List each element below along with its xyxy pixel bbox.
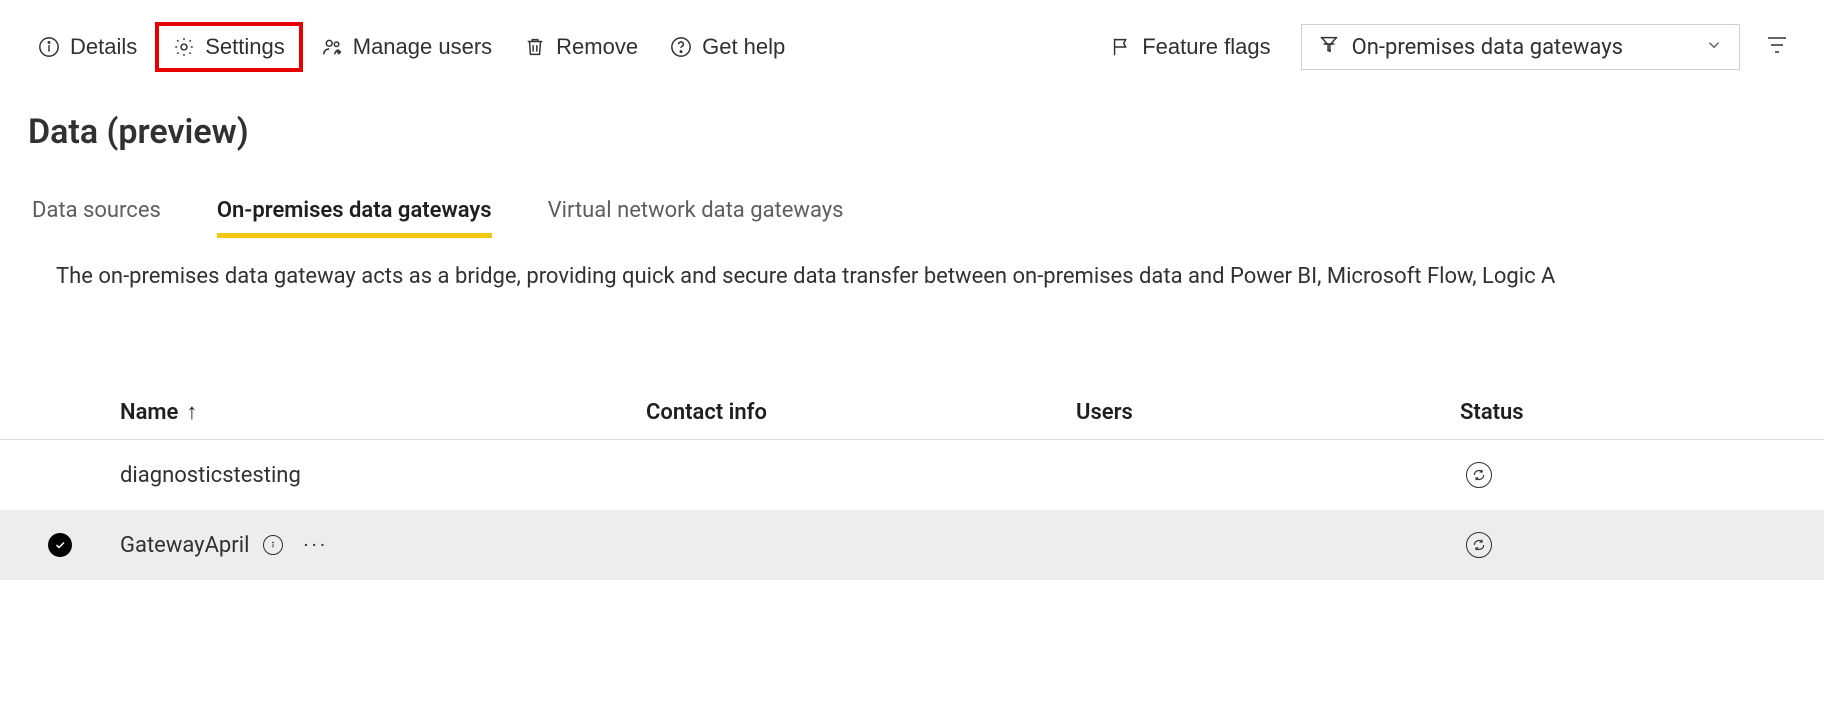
manage-users-button[interactable]: Manage users xyxy=(307,26,506,68)
filter-settings-button[interactable] xyxy=(1754,24,1800,70)
gateway-name: diagnosticstesting xyxy=(120,463,301,488)
filter-icon xyxy=(1318,33,1340,61)
refresh-status-icon[interactable] xyxy=(1466,462,1492,488)
help-icon xyxy=(670,36,692,58)
manage-users-label: Manage users xyxy=(353,34,492,60)
settings-button[interactable]: Settings xyxy=(155,22,303,72)
column-status[interactable]: Status xyxy=(1460,400,1824,425)
gear-icon xyxy=(173,36,195,58)
page-title: Data (preview) xyxy=(0,94,1824,158)
remove-label: Remove xyxy=(556,34,638,60)
refresh-status-icon[interactable] xyxy=(1466,532,1492,558)
filter-settings-icon xyxy=(1765,33,1789,61)
table-row[interactable]: diagnosticstesting xyxy=(0,440,1824,510)
selected-check-icon xyxy=(48,533,72,557)
tab-description: The on-premises data gateway acts as a b… xyxy=(0,238,1824,289)
tab-data-sources[interactable]: Data sources xyxy=(32,198,161,238)
gateway-name: GatewayApril xyxy=(120,533,249,558)
column-users[interactable]: Users xyxy=(1076,400,1460,425)
status-cell xyxy=(1460,462,1824,488)
tabs: Data sources On-premises data gateways V… xyxy=(0,158,1824,238)
flag-icon xyxy=(1110,36,1132,58)
gateways-table: Name ↑ Contact info Users Status diagnos… xyxy=(0,385,1824,580)
feature-flags-label: Feature flags xyxy=(1142,34,1270,60)
column-name[interactable]: Name ↑ xyxy=(120,399,646,425)
feature-flags-button[interactable]: Feature flags xyxy=(1096,26,1284,68)
filter-selected-label: On-premises data gateways xyxy=(1352,35,1623,60)
toolbar-left: Details Settings Manage users Remove Get xyxy=(24,22,799,72)
info-icon[interactable] xyxy=(263,535,283,555)
table-row[interactable]: GatewayApril ··· xyxy=(0,510,1824,580)
table-header: Name ↑ Contact info Users Status xyxy=(0,385,1824,440)
tab-on-premises[interactable]: On-premises data gateways xyxy=(217,198,492,238)
more-actions-button[interactable]: ··· xyxy=(297,533,334,557)
column-contact[interactable]: Contact info xyxy=(646,400,1076,425)
get-help-label: Get help xyxy=(702,34,785,60)
row-selector[interactable] xyxy=(0,533,120,557)
trash-icon xyxy=(524,36,546,58)
get-help-button[interactable]: Get help xyxy=(656,26,799,68)
sort-asc-icon: ↑ xyxy=(186,399,197,425)
column-name-label: Name xyxy=(120,400,178,425)
info-icon xyxy=(38,36,60,58)
chevron-down-icon xyxy=(1705,35,1723,60)
details-label: Details xyxy=(70,34,137,60)
status-cell xyxy=(1460,532,1824,558)
toolbar: Details Settings Manage users Remove Get xyxy=(0,0,1824,94)
people-icon xyxy=(321,36,343,58)
details-button[interactable]: Details xyxy=(24,26,151,68)
settings-label: Settings xyxy=(205,34,285,60)
remove-button[interactable]: Remove xyxy=(510,26,652,68)
tab-virtual-network[interactable]: Virtual network data gateways xyxy=(548,198,844,238)
filter-dropdown[interactable]: On-premises data gateways xyxy=(1301,24,1740,70)
